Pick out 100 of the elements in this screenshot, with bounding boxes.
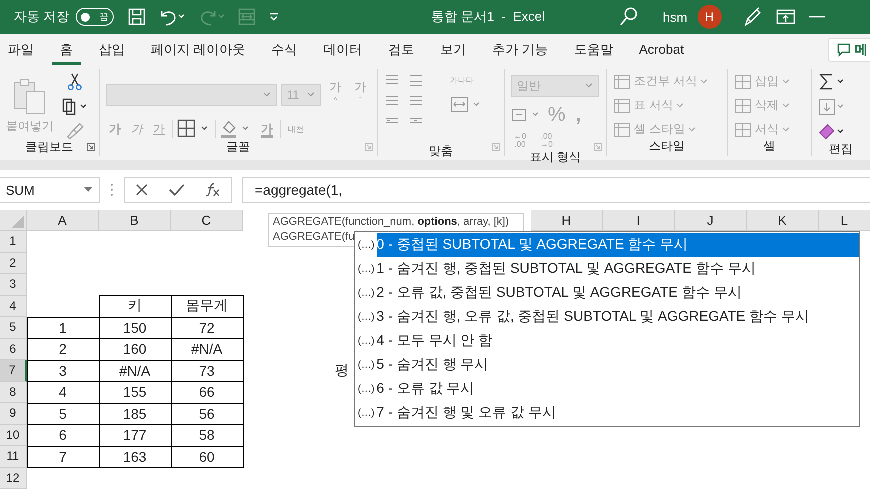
autocomplete-item[interactable]: (…)6 - 오류 값 무시 [355, 377, 859, 401]
user-avatar[interactable]: H [698, 5, 722, 29]
menu-tab[interactable]: 검토 [380, 34, 423, 65]
ribbon-display-icon[interactable] [776, 8, 796, 26]
menu-tab[interactable]: Acrobat [631, 34, 692, 65]
autocomplete-item[interactable]: (…)4 - 모두 무시 안 함 [355, 329, 859, 353]
group-label: 스타일 [649, 138, 685, 155]
table-cell: 60 [170, 446, 244, 468]
caret-icon [688, 126, 696, 132]
argument-marker: (…) [357, 408, 376, 418]
group-label: 맞춤 [429, 143, 453, 160]
group-label: 셀 [764, 138, 776, 155]
caret-icon [782, 102, 790, 108]
group-label: 표시 형식 [530, 149, 582, 166]
comment-icon [837, 43, 851, 57]
row-header[interactable]: 6 [0, 338, 27, 360]
column-header[interactable]: A [27, 210, 99, 231]
autocomplete-item[interactable]: (…)5 - 숨겨진 행 무시 [355, 353, 859, 377]
menu-tab[interactable]: 도움말 [566, 34, 622, 65]
caret-icon [84, 187, 93, 193]
row-header[interactable]: 2 [0, 252, 27, 274]
row-header[interactable]: 9 [0, 403, 27, 424]
table-grid-icon [613, 98, 631, 114]
menu-tab[interactable]: 삽입 [91, 34, 133, 65]
caret-icon [676, 102, 684, 108]
scissors-icon[interactable] [67, 73, 83, 91]
group-label: 편집 [829, 141, 853, 158]
column-header[interactable]: I [603, 210, 675, 231]
minimize-icon[interactable] [808, 15, 826, 19]
argument-marker: (…) [357, 312, 376, 322]
menu-tab[interactable]: 파일 [0, 34, 42, 65]
column-header[interactable]: B [99, 210, 171, 231]
formula-input[interactable]: =aggregate(1, [242, 177, 870, 203]
column-header[interactable]: C [171, 210, 243, 231]
argument-marker: (…) [357, 288, 376, 298]
caret-icon [782, 78, 790, 84]
customize-caret-icon[interactable] [268, 11, 280, 23]
row-header[interactable]: 4 [0, 296, 27, 317]
autocomplete-item[interactable]: (…)0 - 중첩된 SUBTOTAL 및 AGGREGATE 함수 무시 [355, 233, 859, 257]
table-grid-icon [734, 122, 752, 138]
table-cell: 키 [98, 295, 172, 318]
menu-tab[interactable]: 수식 [264, 34, 306, 65]
row-header[interactable]: 8 [0, 382, 27, 403]
menu-tab[interactable]: 데이터 [316, 34, 371, 65]
cancel-icon[interactable] [135, 183, 149, 197]
insert-function-icon[interactable] [205, 183, 221, 197]
argument-marker: (…) [357, 264, 376, 274]
table-cell: 몸무게 [170, 295, 244, 318]
caret-icon [306, 92, 315, 98]
table-grid-icon [613, 74, 631, 90]
argument-marker: (…) [357, 360, 376, 370]
column-header[interactable]: L [819, 210, 870, 231]
autocomplete-item[interactable]: (…)2 - 오류 값, 중첩된 SUBTOTAL 및 AGGREGATE 함수 무시 [355, 281, 859, 305]
caret-icon [782, 126, 790, 132]
function-signature: AGGREGATE(function_num, options, array, [k]) [273, 215, 510, 230]
option-label: 6 - 오류 값 무시 [376, 379, 476, 398]
argument-marker: (…) [357, 384, 376, 394]
autosave-toggle[interactable]: 끔 [76, 8, 114, 26]
function-signature: AGGREGATE(fu [273, 230, 355, 245]
enter-icon[interactable] [169, 183, 185, 197]
menu-tab[interactable]: 보기 [432, 34, 475, 65]
option-label: 5 - 숨겨진 행 무시 [376, 355, 490, 374]
comment-button[interactable]: 메 [828, 38, 870, 62]
dialog-launcher-icon[interactable] [87, 143, 95, 151]
search-icon[interactable] [619, 7, 640, 27]
option-label: 3 - 숨겨진 행, 오류 값, 중첩된 SUBTOTAL 및 AGGREGATE 함수 무시 [376, 307, 810, 326]
row-header[interactable]: 1 [0, 231, 27, 252]
row-header[interactable]: 12 [0, 468, 27, 489]
copy-icon[interactable] [62, 97, 88, 115]
option-label: 1 - 숨겨진 행, 중첩된 SUBTOTAL 및 AGGREGATE 함수 무시 [376, 259, 757, 278]
grip-icon [110, 183, 114, 197]
triangle-icon [12, 216, 24, 228]
argument-marker: (…) [357, 336, 376, 346]
row-header[interactable]: 7 [0, 360, 27, 382]
autocomplete-item[interactable]: (…)1 - 숨겨진 행, 중첩된 SUBTOTAL 및 AGGREGATE 함수 무시 [355, 257, 859, 281]
table-grid-icon [734, 74, 752, 90]
column-header[interactable]: K [747, 210, 819, 231]
column-header[interactable]: J [675, 210, 747, 231]
option-label: 0 - 중첩된 SUBTOTAL 및 AGGREGATE 함수 무시 [376, 233, 859, 257]
option-label: 2 - 오류 값, 중첩된 SUBTOTAL 및 AGGREGATE 함수 무시 [376, 283, 743, 302]
menu-tab[interactable]: 추가 기능 [484, 34, 556, 65]
column-header[interactable]: H [531, 210, 603, 231]
row-header[interactable]: 11 [0, 446, 27, 468]
row-header[interactable]: 10 [0, 424, 27, 446]
autocomplete-item[interactable]: (…)7 - 숨겨진 행 및 오류 값 무시 [355, 401, 859, 425]
table-cell: 7 [26, 446, 100, 468]
autocomplete-item[interactable]: (…)3 - 숨겨진 행, 오류 값, 중첩된 SUBTOTAL 및 AGGREGATE 함수 무시 [355, 305, 859, 329]
row-header[interactable]: 3 [0, 274, 27, 296]
argument-marker: (…) [357, 240, 376, 250]
user-name: hsm [663, 10, 688, 24]
window-title: 통합 문서1 - Excel [432, 8, 546, 26]
menu-tab[interactable]: 페이지 레이아웃 [143, 34, 254, 65]
row-header[interactable]: 5 [0, 317, 27, 338]
table-cell: 1 [26, 316, 100, 339]
option-label: 7 - 숨겨진 행 및 오류 값 무시 [376, 403, 558, 422]
caret-icon [700, 78, 708, 84]
group-label: 글꼴 [226, 139, 250, 156]
name-box[interactable]: SUM [0, 177, 100, 203]
table-cell-text: 평 [335, 360, 349, 380]
save-icon[interactable] [128, 8, 146, 26]
